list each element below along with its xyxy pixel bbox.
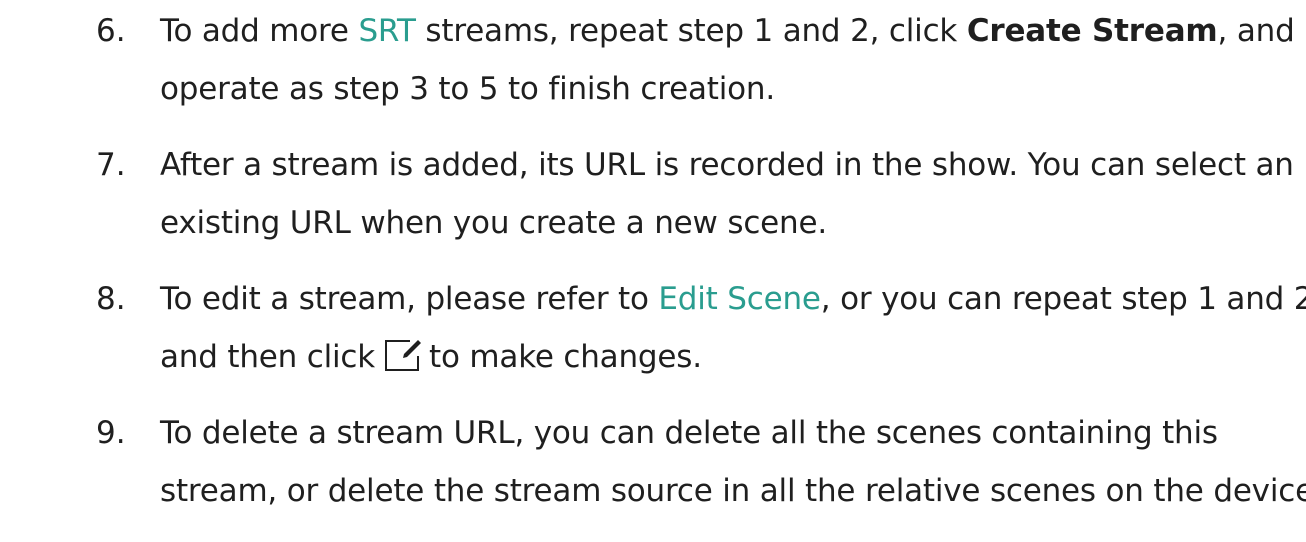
text-segment: , or you can repeat step 1 and 2 (820, 281, 1306, 317)
step-line: and then click to make changes. (160, 333, 1300, 381)
edit-scene-link[interactable]: Edit Scene (658, 281, 821, 317)
edit-pencil-icon[interactable] (383, 337, 423, 373)
step-line: operate as step 3 to 5 to finish creatio… (160, 71, 776, 107)
text-segment: to make changes. (429, 339, 702, 375)
step-line: stream, or delete the stream source in a… (160, 473, 1306, 509)
step-text: After a stream is added, its URL is reco… (160, 141, 1300, 247)
step-number: 6. (96, 13, 126, 49)
step-text: To add more SRT streams, repeat step 1 a… (160, 7, 1300, 113)
text-segment: streams, repeat step 1 and 2, click (415, 13, 967, 49)
step-line: To delete a stream URL, you can delete a… (160, 415, 1218, 451)
create-stream-label: Create Stream (966, 13, 1218, 49)
text-segment: To edit a stream, please refer to (160, 281, 659, 317)
step-line: To edit a stream, please refer to Edit S… (160, 275, 1306, 323)
step-line: existing URL when you create a new scene… (160, 205, 828, 241)
step-number: 7. (96, 147, 126, 183)
srt-link[interactable]: SRT (358, 13, 416, 49)
step-text: To edit a stream, please refer to Edit S… (160, 275, 1306, 381)
step-number: 9. (96, 415, 126, 451)
text-segment: To add more (160, 13, 359, 49)
step-line: After a stream is added, its URL is reco… (160, 147, 1294, 183)
text-segment: and then click (160, 339, 376, 375)
text-segment: , and (1217, 13, 1295, 49)
step-number: 8. (96, 281, 126, 317)
step-line: To add more SRT streams, repeat step 1 a… (160, 7, 1300, 55)
step-text: To delete a stream URL, you can delete a… (160, 409, 1306, 515)
